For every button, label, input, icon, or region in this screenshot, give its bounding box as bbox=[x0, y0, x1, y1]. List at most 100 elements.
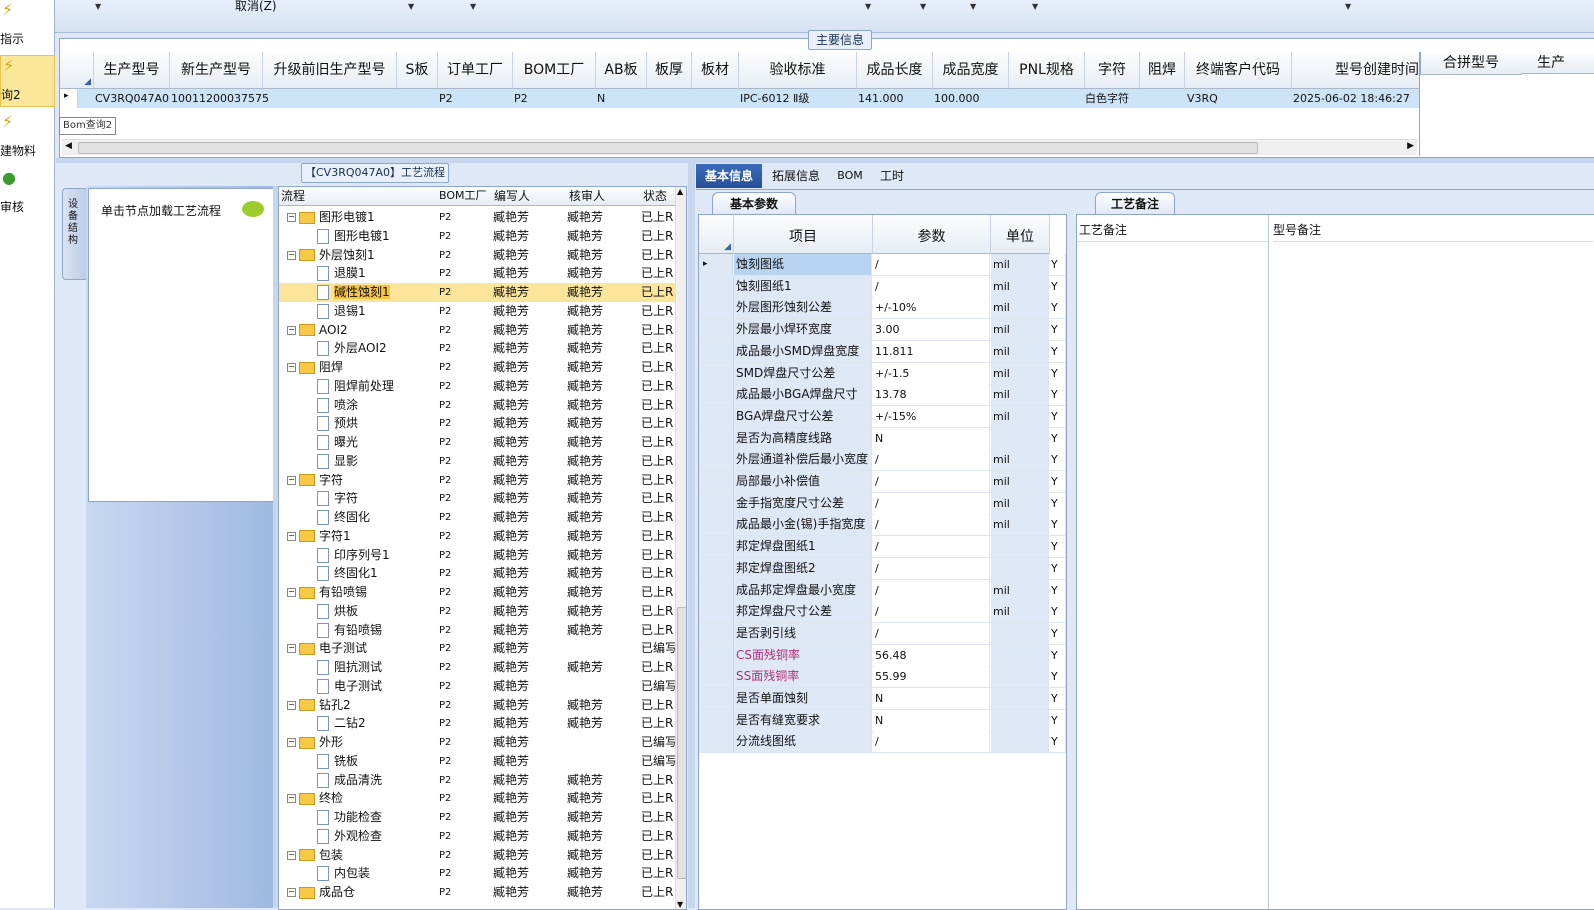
param-value[interactable]: +/-1.5 bbox=[873, 362, 990, 384]
tree-row[interactable]: 曝光 P2 臧艳芳 臧艳芳 已上R bbox=[279, 433, 675, 452]
param-row[interactable]: CS面残铜率 56.48 Y bbox=[699, 644, 1066, 667]
tree-row[interactable]: − 字符1 P2 臧艳芳 臧艳芳 已上R bbox=[279, 527, 675, 546]
tree-node[interactable]: 曝光 bbox=[317, 433, 358, 452]
param-value[interactable]: 55.99 bbox=[873, 666, 990, 688]
tree-node[interactable]: 铣板 bbox=[317, 752, 358, 771]
splitter[interactable] bbox=[688, 163, 695, 908]
col-header[interactable]: 成品宽度 bbox=[933, 52, 1009, 89]
param-value[interactable]: 13.78 bbox=[873, 384, 990, 406]
row-indicator[interactable] bbox=[699, 514, 734, 536]
collapse-icon[interactable]: − bbox=[287, 794, 296, 804]
param-value[interactable]: / bbox=[873, 254, 990, 275]
tree-row[interactable]: 外层AOI2 P2 臧艳芳 臧艳芳 已上R bbox=[279, 339, 675, 358]
param-row[interactable]: 金手指宽度尺寸公差 / mil Y bbox=[699, 492, 1066, 515]
row-header-corner[interactable]: ◢ bbox=[699, 215, 734, 254]
param-row[interactable]: SMD焊盘尺寸公差 +/-1.5 mil Y bbox=[699, 362, 1066, 385]
tree-row[interactable]: 显影 P2 臧艳芳 臧艳芳 已上R bbox=[279, 452, 675, 471]
dropdown-arrow-icon[interactable]: ▼ bbox=[1345, 2, 1351, 11]
tree-row[interactable]: 阻焊前处理 P2 臧艳芳 臧艳芳 已上R bbox=[279, 377, 675, 396]
param-row[interactable]: 外层最小焊环宽度 3.00 mil Y bbox=[699, 319, 1066, 342]
row-indicator[interactable] bbox=[699, 601, 734, 623]
collapse-icon[interactable]: − bbox=[287, 850, 296, 860]
row-indicator[interactable] bbox=[699, 492, 734, 514]
tree-node[interactable]: 阻焊前处理 bbox=[317, 377, 394, 396]
tree-row[interactable]: 外观检查 P2 臧艳芳 臧艳芳 已上R bbox=[279, 827, 675, 846]
tree-node[interactable]: 退膜1 bbox=[317, 264, 366, 283]
param-value[interactable]: / bbox=[873, 731, 990, 753]
param-value[interactable]: 3.00 bbox=[873, 319, 990, 341]
nav-item-review[interactable]: ● 审核 bbox=[0, 168, 53, 218]
tree-row[interactable]: − 阻焊 P2 臧艳芳 臧艳芳 已上R bbox=[279, 358, 675, 377]
row-indicator[interactable] bbox=[699, 427, 734, 449]
side-tab[interactable]: 设备结构 bbox=[62, 188, 88, 280]
collapse-icon[interactable]: − bbox=[287, 531, 296, 541]
vertical-scrollbar[interactable]: ▲ ▼ bbox=[675, 187, 686, 909]
row-indicator[interactable] bbox=[699, 297, 734, 319]
tree-row[interactable]: 铣板 P2 臧艳芳 已编写 bbox=[279, 752, 677, 771]
col-header[interactable]: 单位 bbox=[991, 215, 1050, 254]
tree-row[interactable]: 预烘 P2 臧艳芳 臧艳芳 已上R bbox=[279, 414, 675, 433]
param-value[interactable]: N bbox=[873, 709, 990, 731]
tree-row[interactable]: 阻抗测试 P2 臧艳芳 臧艳芳 已上R bbox=[279, 658, 675, 677]
tree-row[interactable]: 碱性蚀刻1 P2 臧艳芳 臧艳芳 已上R bbox=[279, 283, 675, 302]
col-header[interactable]: 生产 bbox=[1521, 52, 1594, 74]
col-header[interactable]: 成品长度 bbox=[857, 52, 933, 89]
param-row[interactable]: 是否单面蚀刻 N Y bbox=[699, 688, 1066, 710]
tree-node[interactable]: 二钻2 bbox=[317, 714, 366, 733]
col-header[interactable]: 订单工厂 bbox=[438, 52, 513, 89]
tree-node[interactable]: − 成品仓 bbox=[287, 883, 355, 902]
tree-row[interactable]: 字符 P2 臧艳芳 臧艳芳 已上R bbox=[279, 489, 675, 508]
tree-node[interactable]: 碱性蚀刻1 bbox=[317, 283, 390, 302]
row-indicator[interactable] bbox=[699, 384, 734, 406]
tree-node[interactable]: 阻抗测试 bbox=[317, 658, 382, 677]
dropdown-arrow-icon[interactable]: ▼ bbox=[970, 2, 976, 11]
nav-item-instruction[interactable]: ⚡ 指示 bbox=[0, 0, 53, 50]
row-indicator[interactable] bbox=[699, 731, 734, 753]
collapse-icon[interactable]: − bbox=[287, 588, 296, 597]
row-indicator[interactable] bbox=[699, 340, 734, 362]
row-indicator[interactable] bbox=[699, 622, 734, 644]
row-indicator[interactable] bbox=[699, 405, 734, 427]
tree-node[interactable]: − 包装 bbox=[287, 846, 343, 865]
collapse-icon[interactable]: − bbox=[287, 888, 296, 897]
subtab-basic-params[interactable]: 基本参数 bbox=[712, 192, 796, 215]
param-value[interactable]: / bbox=[873, 514, 990, 536]
tree-row[interactable]: 终固化 P2 臧艳芳 臧艳芳 已上R bbox=[279, 508, 675, 527]
param-value[interactable]: N bbox=[873, 688, 990, 709]
scroll-right-icon[interactable]: ▶ bbox=[1407, 141, 1414, 151]
tree-row[interactable]: − 包装 P2 臧艳芳 臧艳芳 已上R bbox=[279, 846, 675, 865]
tree-row[interactable]: 退锡1 P2 臧艳芳 臧艳芳 已上R bbox=[279, 302, 675, 321]
scroll-thumb[interactable] bbox=[677, 607, 686, 879]
param-row[interactable]: 外层通道补偿后最小宽度 / mil Y bbox=[699, 449, 1066, 472]
collapse-icon[interactable]: − bbox=[287, 700, 296, 710]
col-header[interactable]: 参数 bbox=[873, 215, 991, 254]
tree-row[interactable]: 二钻2 P2 臧艳芳 臧艳芳 已上R bbox=[279, 714, 675, 733]
tree-node[interactable]: − 有铅喷锡 bbox=[287, 583, 367, 602]
scroll-thumb[interactable] bbox=[78, 142, 1258, 154]
tree-row[interactable]: − AOI2 P2 臧艳芳 臧艳芳 已上R bbox=[279, 321, 675, 340]
nav-item-query2[interactable]: ⚡ 询2 bbox=[0, 55, 55, 107]
collapse-icon[interactable]: − bbox=[287, 250, 296, 260]
col-header[interactable]: 编写人 bbox=[494, 187, 530, 205]
row-indicator[interactable] bbox=[699, 471, 734, 492]
tree-row[interactable]: 有铅喷锡 P2 臧艳芳 臧艳芳 已上R bbox=[279, 621, 675, 640]
tree-row[interactable]: 电子测试 P2 臧艳芳 已编写 bbox=[279, 677, 677, 696]
tree-row[interactable]: 终固化1 P2 臧艳芳 臧艳芳 已上R bbox=[279, 564, 675, 583]
col-header[interactable]: 板厚 bbox=[647, 52, 692, 89]
param-value[interactable]: / bbox=[873, 492, 990, 514]
tree-row[interactable]: − 字符 P2 臧艳芳 臧艳芳 已上R bbox=[279, 471, 675, 490]
tree-row[interactable]: 烘板 P2 臧艳芳 臧艳芳 已上R bbox=[279, 602, 675, 621]
tree-node[interactable]: − 终检 bbox=[287, 789, 343, 808]
row-header-corner[interactable]: ◢ bbox=[60, 52, 94, 89]
tree-node[interactable]: 字符 bbox=[317, 489, 358, 508]
tree-node[interactable]: 终固化1 bbox=[317, 564, 378, 583]
tree-row[interactable]: 退膜1 P2 臧艳芳 臧艳芳 已上R bbox=[279, 264, 675, 283]
tree-node[interactable]: − 电子测试 bbox=[287, 639, 367, 658]
tree-row[interactable]: 印序列号1 P2 臧艳芳 臧艳芳 已上R bbox=[279, 546, 675, 565]
tree-row[interactable]: − 图形电镀1 P2 臧艳芳 臧艳芳 已上R bbox=[279, 208, 675, 227]
dropdown-arrow-icon[interactable]: ▼ bbox=[920, 2, 926, 11]
tree-node[interactable]: − 图形电镀1 bbox=[287, 208, 375, 227]
tree-node[interactable]: − AOI2 bbox=[287, 321, 348, 340]
tree-node[interactable]: 显影 bbox=[317, 452, 358, 471]
row-indicator[interactable] bbox=[699, 557, 734, 579]
